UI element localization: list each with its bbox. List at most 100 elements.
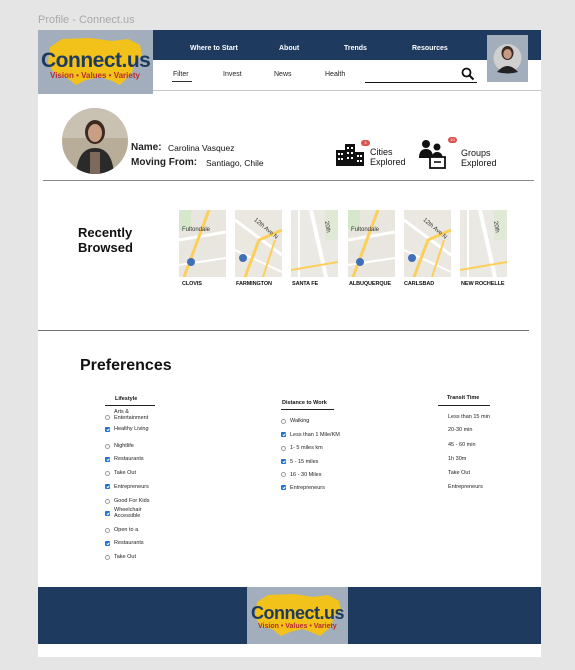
distance-checkbox-5[interactable] bbox=[281, 485, 286, 490]
recently-browsed-title: Recently Browsed bbox=[78, 225, 133, 255]
lifestyle-checkbox-1[interactable] bbox=[105, 427, 110, 432]
distance-header-underline bbox=[281, 409, 334, 410]
lifestyle-option-10: Take Out bbox=[114, 554, 137, 560]
lifestyle-checkbox-4[interactable] bbox=[105, 471, 110, 476]
nav-invest[interactable]: Invest bbox=[223, 71, 242, 78]
nav-where-to-start[interactable]: Where to Start bbox=[190, 45, 238, 52]
map-label: Fultondale bbox=[182, 227, 211, 233]
city-label-carlsbad[interactable]: CARLSBAD bbox=[404, 281, 434, 287]
lifestyle-option-6: Good For Kids bbox=[114, 498, 150, 504]
city-label-albuquerque[interactable]: ALBUQUERQUE bbox=[349, 281, 391, 287]
lifestyle-option-8: Open to a bbox=[114, 527, 139, 533]
lifestyle-checkbox-0[interactable] bbox=[105, 415, 110, 420]
lifestyle-option-9: Restaurants bbox=[114, 540, 144, 546]
map-thumbnail-albuquerque[interactable]: Fultondale bbox=[348, 210, 395, 277]
distance-checkbox-2[interactable] bbox=[281, 446, 286, 451]
moving-from-value: Santiago, Chile bbox=[206, 158, 264, 168]
transit-option-0[interactable]: Less than 15 min bbox=[448, 414, 490, 420]
lifestyle-option-0: Arts & Entertainment bbox=[114, 409, 149, 421]
distance-checkbox-3[interactable] bbox=[281, 459, 286, 464]
city-label-new-rochelle[interactable]: NEW ROCHELLE bbox=[461, 281, 505, 287]
map-icon bbox=[460, 210, 507, 277]
recently-browsed-line1: Recently bbox=[78, 225, 133, 240]
lifestyle-checkbox-8[interactable] bbox=[105, 528, 110, 533]
section-divider bbox=[38, 330, 529, 331]
lifestyle-option-2: Nightlife bbox=[114, 443, 134, 449]
cities-count-badge: 3 bbox=[361, 140, 370, 146]
distance-checkbox-0[interactable] bbox=[281, 419, 286, 424]
moving-from-label: Moving From: bbox=[131, 157, 198, 168]
lifestyle-option-1: Healthy Living bbox=[114, 426, 149, 432]
map-thumbnail-farmington[interactable]: 12th Ave N bbox=[235, 210, 282, 277]
nav-trends[interactable]: Trends bbox=[344, 45, 367, 52]
footer-logo[interactable]: Connect.us Vision • Values • Variety bbox=[247, 587, 348, 644]
distance-option-3: 5 - 15 miles bbox=[290, 459, 319, 465]
distance-option-0: Walking bbox=[290, 418, 310, 424]
lifestyle-checkbox-10[interactable] bbox=[105, 555, 110, 560]
city-label-clovis[interactable]: CLOVIS bbox=[182, 281, 202, 287]
footer-brand-tagline: Vision • Values • Variety bbox=[258, 623, 337, 630]
transit-option-5[interactable]: Entrepreneurs bbox=[448, 484, 483, 490]
profile-photo bbox=[62, 108, 128, 174]
distance-option-1: Less than 1 Mile/KM bbox=[290, 432, 340, 438]
search-input[interactable] bbox=[365, 66, 459, 80]
lifestyle-checkbox-9[interactable] bbox=[105, 541, 110, 546]
window-title: Profile - Connect.us bbox=[38, 14, 135, 26]
distance-checkbox-4[interactable] bbox=[281, 472, 286, 477]
groups-explored-label: Explored bbox=[461, 158, 497, 168]
brand-name: Connect.us bbox=[41, 49, 151, 72]
map-thumbnail-new-rochelle[interactable]: 20th bbox=[460, 210, 507, 277]
name-label: Name: bbox=[131, 142, 162, 153]
lifestyle-header-underline bbox=[105, 405, 155, 406]
recently-browsed-line2: Browsed bbox=[78, 240, 133, 255]
search-icon[interactable] bbox=[461, 67, 475, 81]
brand-tagline: Vision • Values • Variety bbox=[50, 71, 140, 80]
groups-label: Groups bbox=[461, 148, 491, 158]
distance-checkbox-1[interactable] bbox=[281, 432, 286, 437]
cities-label: Cities bbox=[370, 147, 393, 157]
distance-option-2: 1- 5 miles km bbox=[290, 445, 323, 451]
lifestyle-option-3: Restaurants bbox=[114, 456, 144, 462]
transit-option-2[interactable]: 45 - 60 min bbox=[448, 442, 476, 448]
lifestyle-checkbox-7[interactable] bbox=[105, 511, 110, 516]
map-thumbnail-carlsbad[interactable]: 12th Ave N bbox=[404, 210, 451, 277]
map-thumbnail-santa-fe[interactable]: 20th bbox=[291, 210, 338, 277]
distance-option-5: Entrepreneurs bbox=[290, 485, 325, 491]
lifestyle-checkbox-3[interactable] bbox=[105, 457, 110, 462]
profile-page: Connect.us Vision • Values • Variety Whe… bbox=[38, 30, 541, 657]
nav-filter[interactable]: Filter bbox=[173, 71, 189, 78]
lifestyle-checkbox-2[interactable] bbox=[105, 444, 110, 449]
nav-news[interactable]: News bbox=[274, 71, 292, 78]
city-buildings-icon bbox=[336, 144, 364, 166]
footer-brand-name: Connect.us bbox=[251, 603, 345, 623]
map-thumbnail-clovis[interactable]: Fultondale bbox=[179, 210, 226, 277]
map-icon bbox=[179, 210, 226, 277]
user-avatar[interactable] bbox=[487, 35, 528, 82]
transit-option-1[interactable]: 20-30 min bbox=[448, 427, 472, 433]
groups-count-badge: 10 bbox=[448, 137, 457, 143]
preferences-title: Preferences bbox=[80, 357, 172, 374]
transit-option-4[interactable]: Take Out bbox=[448, 470, 470, 476]
map-icon bbox=[291, 210, 338, 277]
city-label-farmington[interactable]: FARMINGTON bbox=[236, 281, 272, 287]
lifestyle-option-4: Take Out bbox=[114, 470, 137, 476]
map-label: Fultondale bbox=[351, 227, 380, 233]
city-label-santa-fe[interactable]: SANTA FE bbox=[292, 281, 318, 287]
profile-photo-icon bbox=[62, 108, 128, 174]
nav-about[interactable]: About bbox=[279, 45, 299, 52]
groups-icon bbox=[419, 140, 446, 169]
lifestyle-header: Lifestyle bbox=[115, 396, 138, 402]
nav-resources[interactable]: Resources bbox=[412, 45, 448, 52]
map-icon bbox=[348, 210, 395, 277]
nav-health[interactable]: Health bbox=[325, 71, 345, 78]
search-underline bbox=[365, 82, 477, 83]
lifestyle-option-5: Entrepreneurs bbox=[114, 484, 149, 490]
transit-option-3[interactable]: 1h 30m bbox=[448, 456, 466, 462]
profile-divider bbox=[43, 180, 534, 181]
lifestyle-checkbox-5[interactable] bbox=[105, 484, 110, 489]
lifestyle-checkbox-6[interactable] bbox=[105, 499, 110, 504]
user-photo-icon bbox=[493, 44, 522, 74]
lifestyle-option-7: Wheelchair Accessible bbox=[114, 507, 142, 519]
brand-logo[interactable]: Connect.us Vision • Values • Variety bbox=[38, 30, 153, 94]
header-divider bbox=[153, 90, 541, 91]
